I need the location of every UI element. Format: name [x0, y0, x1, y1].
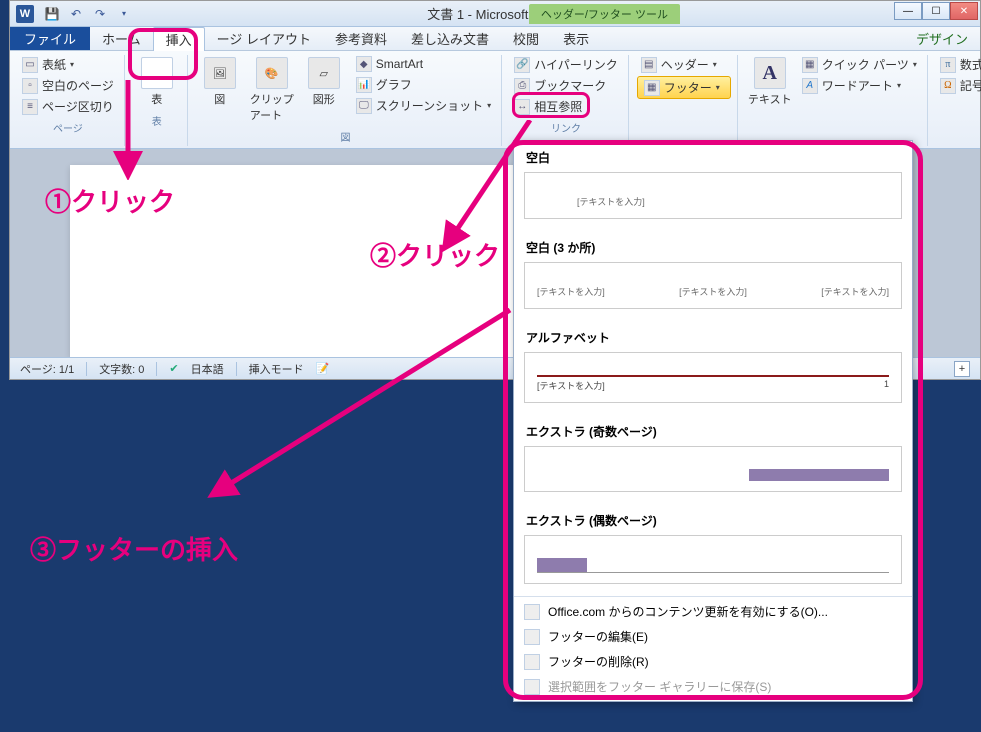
tab-references[interactable]: 参考資料 [323, 27, 399, 50]
quick-access-toolbar: 💾 ↶ ↷ ▾ [42, 4, 134, 24]
screenshot-button[interactable]: 🖵スクリーンショット▾ [352, 96, 495, 115]
gallery-category-blank: 空白 [514, 141, 912, 168]
window-title: 文書 1 - Microsoft Word [10, 4, 980, 23]
clipart-button[interactable]: 🎨クリップ アート [248, 55, 296, 125]
group-label-tables: 表 [133, 113, 181, 128]
status-lang[interactable]: 日本語 [191, 361, 224, 377]
gallery-category-extra-even: エクストラ (偶数ページ) [514, 504, 912, 531]
shapes-icon: ▱ [308, 57, 340, 89]
header-button[interactable]: ▤ヘッダー▾ [637, 55, 731, 74]
edit-footer-action[interactable]: フッターの編集(E) [514, 624, 912, 649]
quickparts-button[interactable]: ▦クイック パーツ▾ [798, 55, 921, 74]
tab-insert[interactable]: 挿入 [153, 27, 205, 51]
office-update-action[interactable]: Office.com からのコンテンツ更新を有効にする(O)... [514, 599, 912, 624]
tab-review[interactable]: 校閲 [501, 27, 551, 50]
tab-home[interactable]: ホーム [90, 27, 153, 50]
equation-button[interactable]: π数式▾ [936, 55, 981, 74]
blank-page-button[interactable]: ▫空白のページ [18, 76, 118, 95]
group-text: Aテキスト ▦クイック パーツ▾ Aワードアート▾ [744, 55, 928, 146]
group-tables: 表 表 [131, 55, 188, 146]
redo-icon[interactable]: ↷ [90, 4, 110, 24]
cover-page-button[interactable]: ▭表紙▾ [18, 55, 118, 74]
symbol-button[interactable]: Ω記号と特殊文字▾ [936, 76, 981, 95]
maximize-button[interactable]: ☐ [922, 2, 950, 20]
window-controls: — ☐ ✕ [894, 2, 978, 20]
footer-preview-extra-even[interactable] [524, 535, 902, 584]
gallery-category-blank3: 空白 (3 か所) [514, 231, 912, 258]
annotation-3: ③フッターの挿入 [30, 530, 238, 567]
picture-icon: 🖼 [204, 57, 236, 89]
word-app-icon: W [16, 5, 34, 23]
hyperlink-button[interactable]: 🔗ハイパーリンク [510, 55, 622, 74]
tab-view[interactable]: 表示 [551, 27, 601, 50]
remove-footer-action[interactable]: フッターの削除(R) [514, 649, 912, 674]
picture-button[interactable]: 🖼図 [196, 55, 244, 109]
zoom-in-button[interactable]: + [954, 361, 970, 377]
context-tab-group: ヘッダー/フッター ツール [529, 4, 680, 24]
gallery-category-alphabet: アルファベット [514, 321, 912, 348]
undo-icon[interactable]: ↶ [66, 4, 86, 24]
titlebar: W 💾 ↶ ↷ ▾ 文書 1 - Microsoft Word ヘッダー/フッタ… [10, 1, 980, 27]
group-header-footer: ▤ヘッダー▾ ▦フッター▾ [635, 55, 738, 146]
group-label-illust: 図 [196, 129, 495, 144]
group-pages: ▭表紙▾ ▫空白のページ ≡ページ区切り ページ [16, 55, 125, 146]
ribbon: ▭表紙▾ ▫空白のページ ≡ページ区切り ページ 表 表 [10, 51, 980, 149]
footer-preview-blank3[interactable]: [テキストを入力] [テキストを入力] [テキストを入力] [524, 262, 902, 309]
smartart-button[interactable]: ◆SmartArt [352, 55, 495, 73]
chart-button[interactable]: 📊グラフ [352, 75, 495, 94]
gallery-category-extra-odd: エクストラ (奇数ページ) [514, 415, 912, 442]
clipart-icon: 🎨 [256, 57, 288, 89]
shapes-button[interactable]: ▱図形 [300, 55, 348, 109]
tab-design[interactable]: デザイン [904, 27, 980, 50]
status-mode[interactable]: 挿入モード [249, 361, 304, 377]
status-words[interactable]: 文字数: 0 [99, 361, 144, 377]
wordart-button[interactable]: Aワードアート▾ [798, 76, 921, 95]
group-label-pages: ページ [18, 120, 118, 135]
proofing-icon[interactable]: ✔ [169, 362, 178, 375]
tab-layout[interactable]: ージ レイアウト [205, 27, 323, 50]
bookmark-button[interactable]: ⎙ブックマーク [510, 76, 622, 95]
crossref-button[interactable]: ↔相互参照 [510, 97, 622, 116]
close-button[interactable]: ✕ [950, 2, 978, 20]
textbox-icon: A [754, 57, 786, 89]
group-illustrations: 🖼図 🎨クリップ アート ▱図形 ◆SmartArt 📊グラフ 🖵スクリーンショ… [194, 55, 502, 146]
group-symbols: π数式▾ Ω記号と特殊文字▾ [934, 55, 981, 146]
minimize-button[interactable]: — [894, 2, 922, 20]
footer-button[interactable]: ▦フッター▾ [637, 76, 731, 99]
table-icon [141, 57, 173, 89]
footer-preview-alphabet[interactable]: [テキストを入力] 1 [524, 352, 902, 403]
footer-gallery: 空白 [テキストを入力] 空白 (3 か所) [テキストを入力] [テキストを入… [513, 140, 913, 702]
group-label-links: リンク [510, 120, 622, 135]
table-button[interactable]: 表 [133, 55, 181, 109]
page-break-button[interactable]: ≡ページ区切り [18, 97, 118, 116]
ribbon-tabs: ファイル ホーム 挿入 ージ レイアウト 参考資料 差し込み文書 校閲 表示 デ… [10, 27, 980, 51]
group-links: 🔗ハイパーリンク ⎙ブックマーク ↔相互参照 リンク [508, 55, 629, 146]
tab-file[interactable]: ファイル [10, 27, 90, 50]
status-page[interactable]: ページ: 1/1 [20, 361, 74, 377]
save-icon[interactable]: 💾 [42, 4, 62, 24]
track-changes-icon[interactable]: 📝 [316, 362, 330, 375]
gallery-actions: Office.com からのコンテンツ更新を有効にする(O)... フッターの編… [514, 596, 912, 701]
footer-preview-blank[interactable]: [テキストを入力] [524, 172, 902, 219]
textbox-button[interactable]: Aテキスト [746, 55, 794, 109]
tab-mailings[interactable]: 差し込み文書 [399, 27, 501, 50]
footer-preview-extra-odd[interactable] [524, 446, 902, 492]
qat-dropdown-icon[interactable]: ▾ [114, 4, 134, 24]
save-gallery-action: 選択範囲をフッター ギャラリーに保存(S) [514, 674, 912, 699]
